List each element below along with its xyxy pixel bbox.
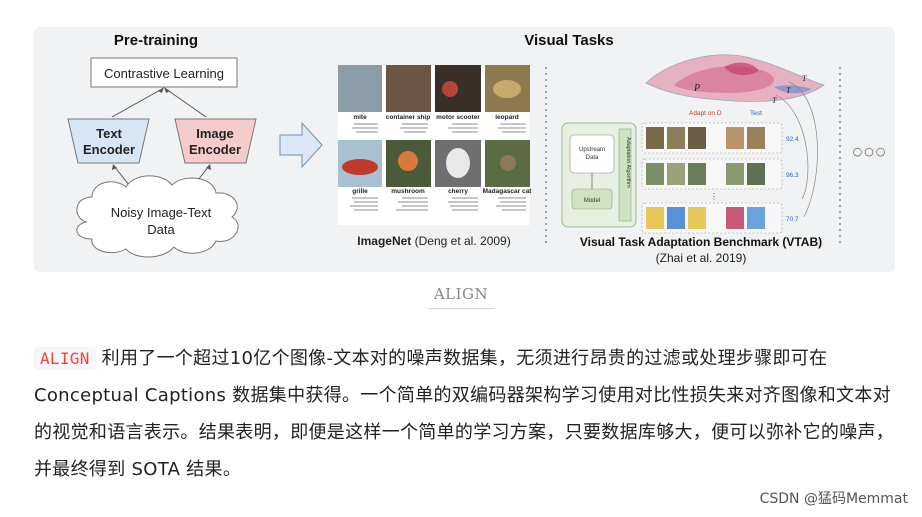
pipeline-arrow — [279, 121, 323, 169]
figure-caption: ALIGN — [433, 285, 489, 303]
vtab-upstream-label-1: Upstream — [579, 147, 605, 153]
vtab-upstream-label-2: Data — [586, 155, 599, 161]
arrow-text-to-contrastive — [111, 88, 163, 118]
vtab-score-3: 70.7 — [786, 216, 799, 223]
contrastive-learning-label: Contrastive Learning — [104, 66, 224, 81]
imagenet-label-cherry: cherry — [448, 188, 468, 195]
vtab-model-label: Model — [584, 198, 600, 204]
arrow-image-to-contrastive — [165, 88, 207, 118]
imagenet-label-scooter: motor scooter — [436, 114, 480, 121]
visual-tasks-title: Visual Tasks — [524, 32, 614, 49]
vtab-pt-label: P — [693, 83, 700, 94]
imagenet-label-ship: container ship — [386, 114, 430, 121]
image-encoder-label-line2: Encoder — [189, 142, 241, 157]
vtab-test-label: Test — [750, 110, 762, 117]
pretraining-title: Pre-training — [114, 32, 198, 49]
text-encoder-label-line1: Text — [96, 126, 122, 141]
inline-code-align: ALIGN — [34, 347, 96, 370]
noisy-data-label-line1: Noisy Image-Text — [111, 205, 212, 220]
align-figure: Pre-training Contrastive Learning Text E… — [67, 32, 888, 265]
imagenet-thumb-mite — [338, 65, 382, 112]
imagenet-label-grille: grille — [352, 188, 368, 195]
vtab-tau-2: T — [786, 86, 791, 95]
vtab-tau-1: T — [802, 74, 807, 83]
imagenet-label-mushroom: mushroom — [391, 188, 425, 195]
vtab-algorithm-label: Adaptation Algorithm — [625, 137, 631, 188]
imagenet-label-mite: mite — [353, 114, 367, 121]
imagenet-label-leopard: leopard — [495, 114, 519, 121]
watermark: CSDN @猛码Memmat — [759, 491, 908, 507]
imagenet-thumb-scooter — [435, 65, 481, 112]
more-tasks-ellipsis: ○○○ — [853, 145, 888, 158]
text-encoder-label-line2: Encoder — [83, 142, 135, 157]
noisy-data-label-line2: Data — [147, 222, 175, 237]
paragraph-text: 利用了一个超过10亿个图像-文本对的噪声数据集，无须进行昂贵的过滤或处理步骤即可… — [34, 348, 895, 480]
svg-text:⋮: ⋮ — [710, 192, 718, 201]
body-paragraph: ALIGN 利用了一个超过10亿个图像-文本对的噪声数据集，无须进行昂贵的过滤或处… — [34, 340, 904, 488]
vtab-score-1: 92.4 — [786, 136, 799, 143]
imagenet-label-madagascar-cat: Madagascar cat — [483, 188, 533, 195]
imagenet-caption: ImageNet (Deng et al. 2009) — [357, 234, 510, 248]
vtab-tau-3: T — [772, 96, 777, 105]
imagenet-thumb-ship — [386, 65, 431, 112]
caption-underline — [428, 308, 494, 309]
vtab-caption: Visual Task Adaptation Benchmark (VTAB) — [580, 235, 822, 249]
figure-card: Pre-training Contrastive Learning Text E… — [34, 27, 895, 272]
vtab-citation: (Zhai et al. 2019) — [656, 251, 747, 265]
vtab-adapt-label: Adapt on D — [689, 110, 722, 117]
image-encoder-label-line1: Image — [196, 126, 234, 141]
vtab-score-2: 96.3 — [786, 172, 799, 179]
